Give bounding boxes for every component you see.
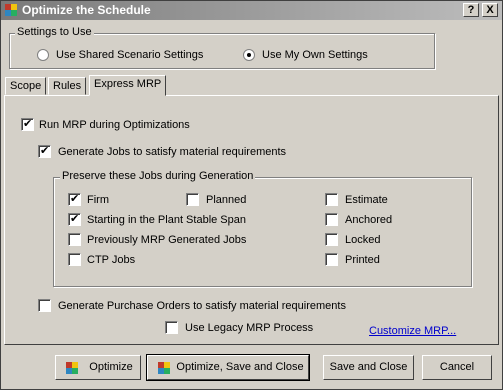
- app-icon: [5, 4, 17, 16]
- title-bar[interactable]: Optimize the Schedule ? X: [1, 1, 502, 20]
- optimize-icon: [66, 362, 78, 374]
- settings-group-label: Settings to Use: [15, 26, 94, 38]
- stable-span-label[interactable]: Starting in the Plant Stable Span: [87, 214, 246, 226]
- generate-jobs-label[interactable]: Generate Jobs to satisfy material requir…: [58, 146, 286, 158]
- planned-label[interactable]: Planned: [206, 194, 246, 206]
- preserve-group-frame: [53, 177, 472, 287]
- locked-label[interactable]: Locked: [345, 234, 380, 246]
- locked-checkbox[interactable]: [325, 233, 338, 246]
- stable-span-checkbox[interactable]: [68, 212, 81, 226]
- prev-mrp-label[interactable]: Previously MRP Generated Jobs: [87, 234, 246, 246]
- legacy-mrp-label[interactable]: Use Legacy MRP Process: [185, 322, 313, 334]
- cancel-button[interactable]: Cancel: [422, 355, 492, 380]
- tab-express-mrp[interactable]: Express MRP: [89, 75, 167, 96]
- window-title: Optimize the Schedule: [22, 3, 151, 17]
- preserve-group-label: Preserve these Jobs during Generation: [60, 170, 256, 182]
- optimize-dialog: Optimize the Schedule ? X Settings to Us…: [0, 0, 503, 390]
- close-button[interactable]: X: [482, 3, 498, 17]
- firm-checkbox[interactable]: [68, 192, 81, 206]
- prev-mrp-checkbox[interactable]: [68, 233, 81, 246]
- own-settings-label[interactable]: Use My Own Settings: [262, 49, 368, 61]
- anchored-checkbox[interactable]: [325, 213, 338, 226]
- help-button[interactable]: ?: [463, 3, 479, 17]
- own-settings-radio[interactable]: [243, 49, 255, 61]
- printed-checkbox[interactable]: [325, 253, 338, 266]
- run-mrp-checkbox[interactable]: [21, 117, 34, 131]
- ctp-jobs-label[interactable]: CTP Jobs: [87, 254, 135, 266]
- tab-scope[interactable]: Scope: [5, 77, 47, 95]
- printed-label[interactable]: Printed: [345, 254, 380, 266]
- anchored-label[interactable]: Anchored: [345, 214, 392, 226]
- estimate-label[interactable]: Estimate: [345, 194, 388, 206]
- optimize-button[interactable]: Optimize: [55, 355, 141, 380]
- legacy-mrp-checkbox[interactable]: [165, 321, 178, 334]
- generate-po-checkbox[interactable]: [38, 299, 51, 312]
- tab-rules[interactable]: Rules: [48, 77, 87, 95]
- ctp-jobs-checkbox[interactable]: [68, 253, 81, 266]
- firm-label[interactable]: Firm: [87, 194, 109, 206]
- estimate-checkbox[interactable]: [325, 193, 338, 206]
- generate-po-label[interactable]: Generate Purchase Orders to satisfy mate…: [58, 300, 346, 312]
- generate-jobs-checkbox[interactable]: [38, 144, 51, 158]
- shared-settings-label[interactable]: Use Shared Scenario Settings: [56, 49, 203, 61]
- optimize-save-close-button[interactable]: Optimize, Save and Close: [146, 354, 310, 381]
- customize-mrp-link[interactable]: Customize MRP...: [369, 325, 456, 337]
- shared-settings-radio[interactable]: [37, 49, 49, 61]
- optimize-save-close-label: Optimize, Save and Close: [176, 361, 304, 373]
- optimize-button-label: Optimize: [89, 361, 133, 373]
- optimize-save-icon: [158, 362, 170, 374]
- run-mrp-label[interactable]: Run MRP during Optimizations: [39, 119, 190, 131]
- save-close-button[interactable]: Save and Close: [323, 355, 414, 380]
- planned-checkbox[interactable]: [186, 193, 199, 206]
